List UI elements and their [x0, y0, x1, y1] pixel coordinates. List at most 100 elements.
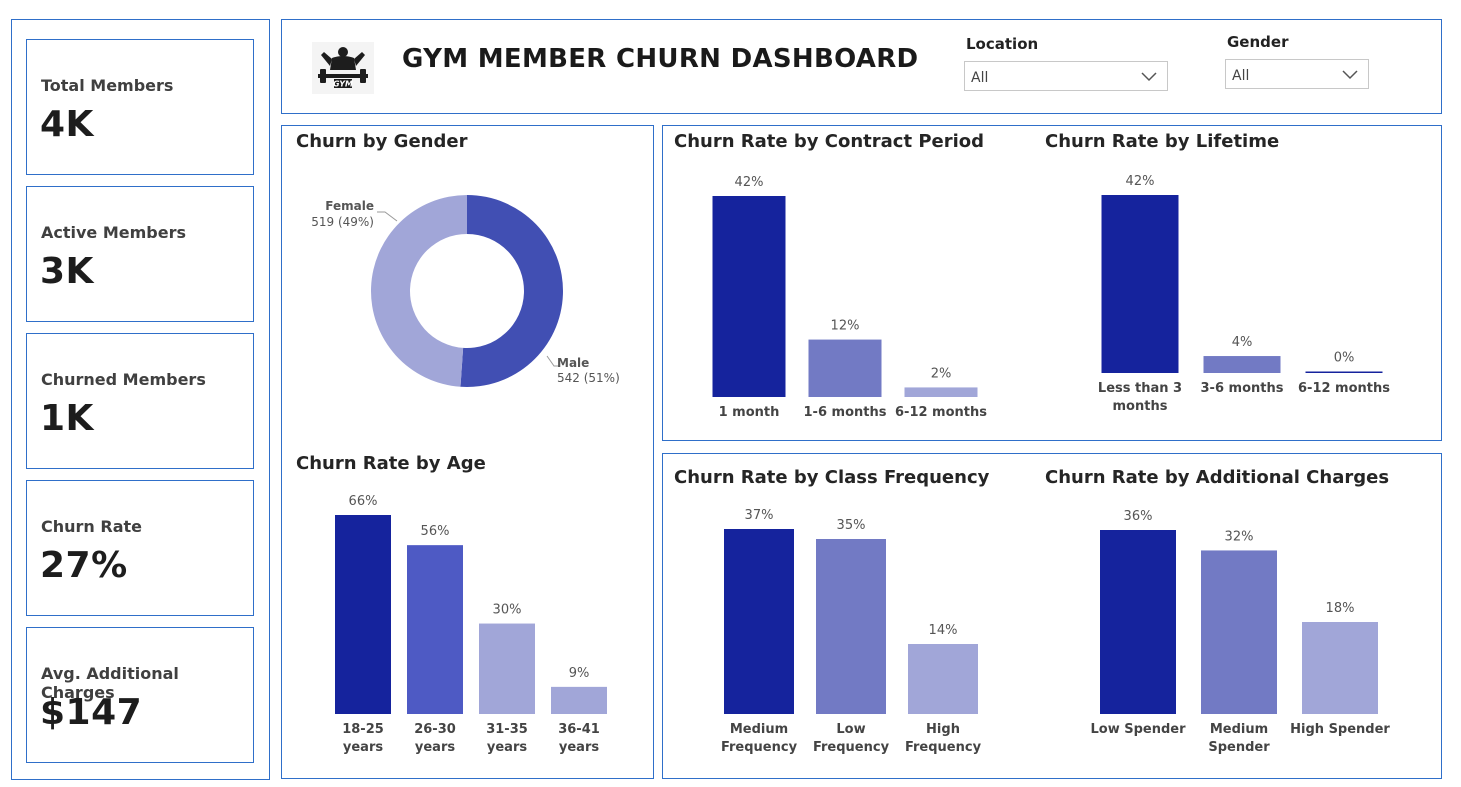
chart-title-lifetime: Churn Rate by Lifetime [1045, 131, 1280, 152]
chevron-down-icon [1141, 72, 1157, 82]
bar [908, 644, 978, 714]
data-label: 42% [735, 175, 764, 190]
data-label: 14% [929, 623, 958, 638]
tick-label: 36-41 [558, 722, 600, 737]
tick-label: Spender [1208, 740, 1270, 755]
kpi-value: 4K [40, 104, 94, 145]
tick-label: 1-6 months [804, 405, 887, 420]
logo-text: GYM [333, 80, 353, 89]
data-label: 37% [745, 508, 774, 523]
location-dropdown-value: All [971, 70, 989, 86]
kpi-value: 3K [40, 251, 94, 292]
gender-dropdown-value: All [1232, 68, 1250, 84]
bar [816, 539, 886, 714]
data-label: 42% [1126, 174, 1155, 189]
bar [479, 623, 535, 714]
bar [904, 387, 978, 397]
chart-title-gender: Churn by Gender [296, 131, 468, 152]
bar [1100, 530, 1176, 714]
data-label: 2% [931, 366, 952, 381]
data-label: 4% [1232, 335, 1253, 350]
kpi-label: Total Members [41, 76, 174, 95]
age-bar-chart: 66% 18-25 years 56% 26-30 years 30% 31-35 years 9… [335, 494, 607, 755]
tick-label: 26-30 [414, 722, 456, 737]
header-panel: GYM GYM MEMBER CHURN DASHBOARD Location … [281, 19, 1442, 114]
data-label: 56% [421, 524, 450, 539]
page-title: GYM MEMBER CHURN DASHBOARD [402, 44, 919, 74]
kpi-label: Active Members [41, 223, 187, 242]
bar [1305, 371, 1383, 373]
data-label: 9% [569, 666, 590, 681]
tick-label: years [487, 740, 527, 755]
tick-label: Frequency [813, 740, 890, 755]
additional-charges-bar-chart: 36% Low Spender 32% Medium Spender 18% High Sp… [1090, 509, 1390, 755]
chart-title-additional-charges: Churn Rate by Additional Charges [1045, 467, 1390, 488]
data-label: 36% [1124, 509, 1153, 524]
kpi-card-avg-additional-charges: Avg. Additional Charges $147 [26, 627, 254, 763]
kpi-card-total-members: Total Members 4K [26, 39, 254, 175]
bar [407, 545, 463, 714]
gender-dropdown[interactable]: All [1225, 59, 1369, 89]
gender-donut-chart: Male542 (51%) Female 519 (49%) [311, 195, 620, 387]
gym-logo: GYM [312, 42, 374, 94]
tick-label: 6-12 months [1298, 381, 1390, 396]
data-label: 30% [493, 603, 522, 618]
lifetime-bar-chart: 42% Less than 3 months 4% 3-6 months 0% 6-12 m… [1098, 174, 1390, 414]
tick-label: Frequency [905, 740, 982, 755]
contract-period-bar-chart: 42% 1 month 12% 1-6 months 2% 6-12 months [712, 175, 987, 420]
data-label: 32% [1225, 529, 1254, 544]
slice-label: Female [325, 199, 374, 213]
data-label: 18% [1326, 601, 1355, 616]
kpi-label: Churn Rate [41, 517, 142, 536]
bar [1203, 356, 1281, 373]
chart-title-class-frequency: Churn Rate by Class Frequency [674, 467, 990, 488]
tick-label: Low Spender [1090, 722, 1186, 737]
bar [1101, 195, 1179, 373]
bar [335, 515, 391, 714]
bar [1201, 550, 1277, 714]
class-frequency-bar-chart: 37% Medium Frequency 35% Low Frequency 14% High… [721, 508, 982, 755]
tick-label: Medium [1210, 722, 1268, 737]
tick-label: 3-6 months [1201, 381, 1284, 396]
tick-label: years [343, 740, 383, 755]
tick-label: 6-12 months [895, 405, 987, 420]
chart-title-contract: Churn Rate by Contract Period [674, 131, 985, 152]
kpi-card-churn-rate: Churn Rate 27% [26, 480, 254, 616]
tick-label: High [926, 722, 960, 737]
slice-label: Male [557, 356, 589, 370]
donut-slice [370, 195, 467, 387]
bar [551, 686, 607, 714]
slice-value: 519 (49%) [311, 215, 374, 229]
bar [712, 196, 786, 397]
tick-label: Frequency [721, 740, 798, 755]
bar [724, 529, 794, 714]
bar [808, 339, 882, 397]
kpi-card-active-members: Active Members 3K [26, 186, 254, 322]
kpi-value: 27% [40, 545, 128, 586]
filter-label-location: Location [966, 35, 1039, 53]
donut-slice [460, 195, 563, 387]
tick-label: 18-25 [342, 722, 384, 737]
chart-title-age: Churn Rate by Age [296, 453, 486, 474]
kpi-card-churned-members: Churned Members 1K [26, 333, 254, 469]
dumbbell-icon: GYM [318, 47, 368, 89]
slice-value: 542 (51%) [557, 371, 620, 385]
tick-label: years [415, 740, 455, 755]
tick-label: Less than 3 [1098, 381, 1182, 396]
chevron-down-icon [1342, 70, 1358, 80]
tick-label: Medium [730, 722, 788, 737]
filter-label-gender: Gender [1227, 33, 1289, 51]
tick-label: years [559, 740, 599, 755]
tick-label: High Spender [1290, 722, 1390, 737]
tick-label: months [1113, 399, 1168, 414]
tick-label: 31-35 [486, 722, 528, 737]
kpi-label: Churned Members [41, 370, 206, 389]
location-dropdown[interactable]: All [964, 61, 1168, 91]
tick-label: 1 month [719, 405, 780, 420]
kpi-value: 1K [40, 398, 94, 439]
data-label: 35% [837, 518, 866, 533]
bar [1302, 622, 1378, 714]
data-label: 66% [349, 494, 378, 509]
tick-label: Low [836, 722, 865, 737]
data-label: 12% [831, 319, 860, 334]
